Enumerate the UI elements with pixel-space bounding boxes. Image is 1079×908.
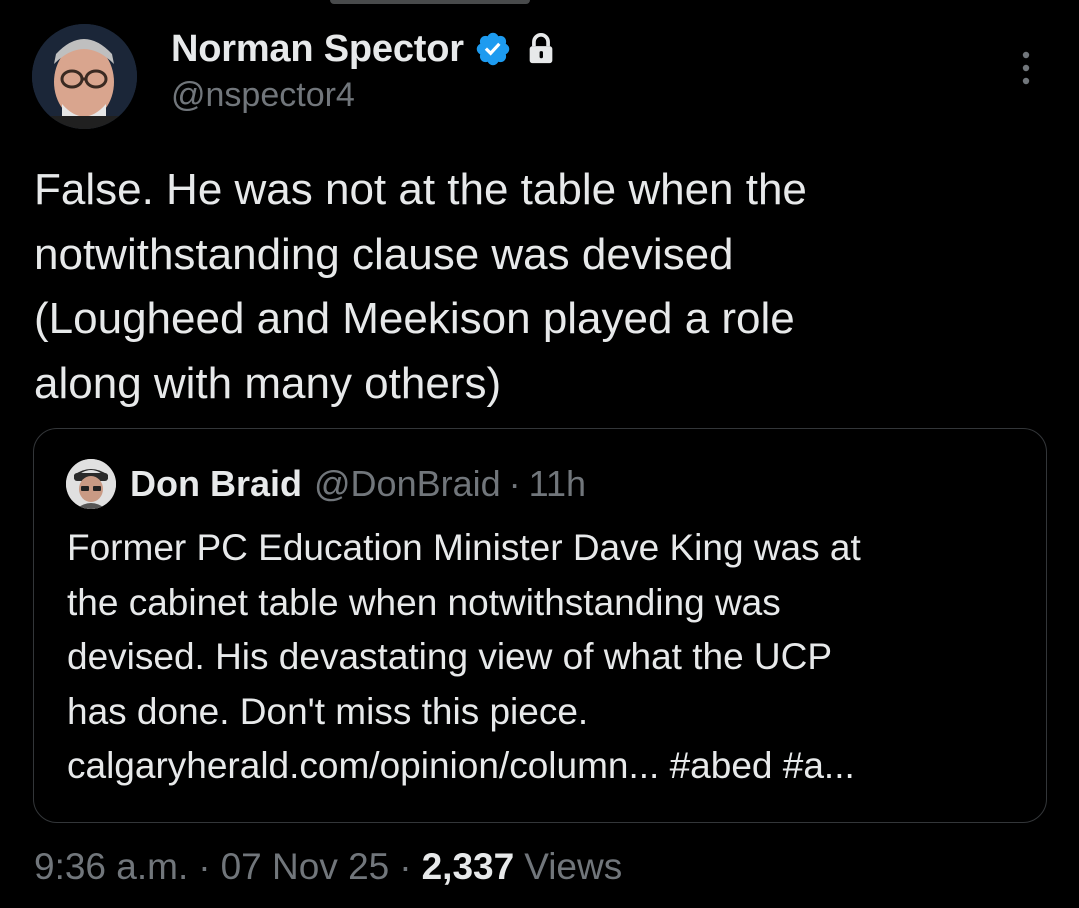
quoted-tweet-text: Former PC Education Minister Dave King w…: [67, 527, 861, 786]
quoted-separator: ·: [508, 463, 521, 504]
tweet-time[interactable]: 9:36 a.m.: [34, 846, 188, 888]
meta-separator-2: ·: [399, 846, 412, 887]
verified-badge-icon[interactable]: [474, 30, 512, 68]
more-options-button[interactable]: [1012, 48, 1040, 88]
views-count: 2,337: [421, 846, 515, 887]
tweet-date[interactable]: 07 Nov 25: [221, 846, 390, 888]
tweet-meta: 9:36 a.m. · 07 Nov 25 · 2,337 Views: [34, 846, 622, 888]
quoted-author-name[interactable]: Don Braid: [130, 463, 302, 505]
previous-content-sliver: [330, 0, 530, 4]
author-avatar-image: [32, 24, 137, 129]
quoted-author-avatar: [66, 459, 116, 509]
author-block: Norman Spector @nspector4: [171, 24, 556, 115]
tweet-text: False. He was not at the table when the …: [34, 165, 807, 408]
quoted-tweet[interactable]: Don Braid @DonBraid · 11h Former PC Educ…: [33, 428, 1047, 823]
author-handle[interactable]: @nspector4: [171, 76, 556, 115]
meta-separator-1: ·: [198, 846, 211, 887]
lock-icon: [529, 33, 553, 64]
views-label: Views: [524, 846, 623, 887]
quoted-author-handle[interactable]: @DonBraid: [314, 463, 501, 505]
author-name-row: Norman Spector: [171, 24, 556, 74]
author-avatar[interactable]: [32, 24, 137, 129]
quoted-tweet-header: Don Braid @DonBraid · 11h: [66, 459, 586, 509]
quoted-timestamp[interactable]: 11h: [529, 463, 586, 505]
quoted-author-avatar-image: [66, 459, 116, 509]
more-options-icon: [1022, 51, 1030, 85]
author-display-name[interactable]: Norman Spector: [171, 28, 464, 71]
